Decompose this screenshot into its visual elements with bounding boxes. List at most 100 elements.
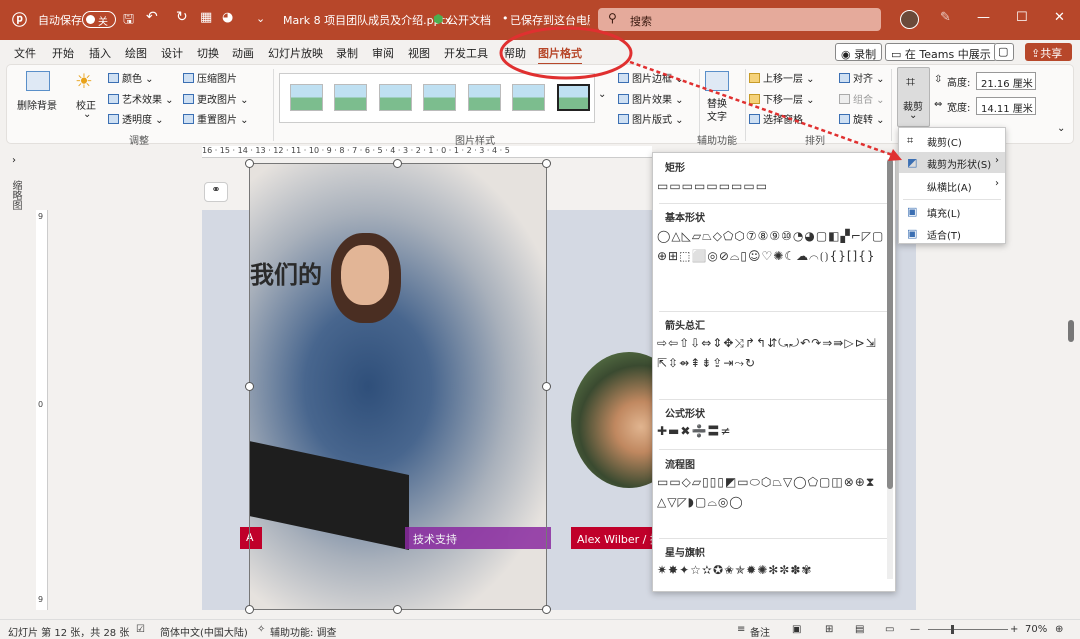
reading-view-icon[interactable]: ▤: [855, 624, 864, 635]
transparency-button[interactable]: 透明度 ⌄: [108, 111, 164, 126]
picture-layout-button[interactable]: 图片版式 ⌄: [618, 111, 684, 126]
redo-icon[interactable]: ↻: [176, 9, 188, 25]
send-backward-button[interactable]: 下移一层 ⌄: [749, 91, 815, 106]
height-input[interactable]: 21.16 厘米: [976, 72, 1036, 90]
tab-view[interactable]: 视图: [408, 45, 430, 61]
group-objects-button[interactable]: 组合 ⌄: [839, 91, 885, 106]
sensitivity-label[interactable]: 公开文档: [447, 12, 491, 28]
zoom-in-icon[interactable]: +: [1010, 624, 1018, 635]
picture-border-button[interactable]: 图片边框 ⌄: [618, 70, 684, 85]
tab-transitions[interactable]: 切换: [197, 45, 219, 61]
picture-effects-button[interactable]: 图片效果 ⌄: [618, 91, 684, 106]
change-picture-button[interactable]: 更改图片 ⌄: [183, 91, 249, 106]
dropdown-scrollbar[interactable]: [887, 159, 893, 579]
resize-handle[interactable]: [245, 605, 254, 614]
basic-shapes[interactable]: ◯△◺▱⏢◇⬠⬡⑦⑧⑨⑩◔◕▢◧▞⌐◸▢⊕⊞⬚⬜◎⊘⌓▯☺♡✺☾☁⌒⟮⟯{}[]…: [657, 227, 885, 266]
designer-icon[interactable]: ⚭: [204, 182, 228, 202]
minimize-button[interactable]: —: [977, 10, 990, 25]
close-button[interactable]: ✕: [1054, 10, 1065, 25]
style-thumb[interactable]: [512, 84, 545, 111]
compress-pictures-button[interactable]: 压缩图片: [183, 70, 237, 85]
style-thumb[interactable]: [379, 84, 412, 111]
spell-check-icon[interactable]: ☑: [136, 624, 145, 635]
tab-insert[interactable]: 插入: [89, 45, 111, 61]
slide-counter[interactable]: 幻灯片 第 12 张，共 28 张: [8, 624, 129, 639]
style-thumb[interactable]: [290, 84, 323, 111]
slide-sorter-icon[interactable]: ⊞: [825, 624, 833, 635]
style-thumb[interactable]: [468, 84, 501, 111]
tab-record[interactable]: 录制: [336, 45, 358, 61]
language-status[interactable]: 简体中文(中国大陆): [160, 624, 248, 639]
width-input[interactable]: 14.11 厘米: [976, 97, 1036, 115]
pen-icon[interactable]: ✎: [940, 10, 951, 25]
arrow-shapes[interactable]: ⇨⇦⇧⇩⇔⇕✥⤨↱↰⇵⤿⤾↶↷⇒⇛▷⊳⇲⇱⇳⇴⇞⇟⇪⇥⤳↻: [657, 334, 885, 373]
remove-background-button[interactable]: 删除背景: [17, 97, 57, 112]
avatar[interactable]: [900, 10, 919, 29]
tab-draw[interactable]: 绘图: [125, 45, 147, 61]
tab-review[interactable]: 审阅: [372, 45, 394, 61]
expand-pane-icon[interactable]: ›: [12, 155, 16, 166]
tab-picture-format[interactable]: 图片格式: [538, 45, 582, 65]
normal-view-icon[interactable]: ▣: [792, 624, 801, 635]
bring-forward-button[interactable]: 上移一层 ⌄: [749, 70, 815, 85]
tab-slideshow[interactable]: 幻灯片放映: [268, 45, 323, 61]
autosave-toggle[interactable]: 关: [82, 11, 116, 28]
gallery-more-icon[interactable]: ⌄: [598, 89, 606, 100]
menu-item-crop[interactable]: ⌗ 裁剪(C): [899, 130, 1005, 151]
accessibility-status[interactable]: 辅助功能: 调查: [270, 624, 337, 639]
tab-file[interactable]: 文件: [14, 45, 36, 61]
share-button[interactable]: ⇪共享: [1025, 43, 1072, 61]
menu-item-aspect-ratio[interactable]: 纵横比(A) ›: [899, 175, 1005, 196]
resize-handle[interactable]: [393, 605, 402, 614]
menu-item-crop-to-shape[interactable]: ◩ 裁剪为形状(S) ›: [899, 152, 1005, 173]
resize-handle[interactable]: [245, 159, 254, 168]
star-shapes[interactable]: ✷✸✦☆✫✪✬✯✹✺✻✼✽✾: [657, 561, 885, 581]
zoom-thumb[interactable]: [951, 625, 954, 634]
more-chevron-icon[interactable]: ⌄: [256, 12, 265, 25]
equation-shapes[interactable]: ✚▬✖➗〓≠: [657, 422, 885, 442]
tab-help[interactable]: 帮助: [504, 45, 526, 61]
thumbnail-pane-label[interactable]: 缩略图: [8, 180, 23, 210]
restore-button[interactable]: ☐: [1016, 10, 1028, 25]
crop-button[interactable]: ⌗ 裁剪 ⌄: [897, 67, 930, 127]
customize-icon[interactable]: ◕: [222, 10, 233, 25]
menu-item-fill[interactable]: ▣ 填充(L): [899, 201, 1005, 222]
tab-animations[interactable]: 动画: [232, 45, 254, 61]
name-band-2[interactable]: Alex Wilber / 技: [571, 527, 653, 549]
style-thumb[interactable]: [423, 84, 456, 111]
save-status[interactable]: 已保存到这台电脑: [510, 12, 590, 28]
selection-pane-button[interactable]: 选择窗格: [749, 111, 803, 126]
powerpoint-icon[interactable]: ⓟ: [12, 9, 27, 30]
artistic-effects-button[interactable]: 艺术效果 ⌄: [108, 91, 174, 106]
resize-handle[interactable]: [542, 605, 551, 614]
notes-button[interactable]: 备注: [750, 624, 770, 639]
collapse-ribbon-icon[interactable]: ⌄: [1057, 123, 1065, 134]
rectangle-shapes[interactable]: ▭▭▭▭▭▭▭▭▭: [657, 177, 885, 197]
record-button[interactable]: ◉ 录制: [835, 43, 883, 61]
resize-handle[interactable]: [542, 382, 551, 391]
tab-developer[interactable]: 开发工具: [444, 45, 488, 61]
resize-handle[interactable]: [542, 159, 551, 168]
menu-item-fit[interactable]: ▣ 适合(T): [899, 223, 1005, 244]
resize-handle[interactable]: [245, 382, 254, 391]
notes-icon[interactable]: ≡: [737, 624, 745, 635]
alt-text-button-line2[interactable]: 文字: [707, 108, 727, 123]
style-thumb[interactable]: [557, 84, 590, 111]
zoom-out-icon[interactable]: —: [910, 624, 920, 635]
scroll-thumb[interactable]: [887, 159, 893, 489]
undo-icon[interactable]: ↶: [146, 9, 158, 25]
from-beginning-icon[interactable]: ▦: [200, 10, 212, 25]
tab-home[interactable]: 开始: [52, 45, 74, 61]
color-button[interactable]: 颜色 ⌄: [108, 70, 154, 85]
zoom-slider[interactable]: [928, 629, 1008, 630]
resize-handle[interactable]: [393, 159, 402, 168]
picture-styles-gallery[interactable]: [279, 73, 595, 123]
accessibility-icon[interactable]: ✧: [257, 624, 265, 635]
search-box[interactable]: ⚲ 搜索: [598, 8, 881, 31]
save-icon[interactable]: 🖫: [123, 10, 134, 32]
rotate-button[interactable]: 旋转 ⌄: [839, 111, 885, 126]
shape-gallery-dropdown[interactable]: 矩形 ▭▭▭▭▭▭▭▭▭ 基本形状 ◯△◺▱⏢◇⬠⬡⑦⑧⑨⑩◔◕▢◧▞⌐◸▢⊕⊞…: [652, 152, 896, 592]
fit-slide-icon[interactable]: ⊕: [1055, 624, 1063, 635]
tab-design[interactable]: 设计: [161, 45, 183, 61]
zoom-level[interactable]: 70%: [1025, 624, 1047, 635]
